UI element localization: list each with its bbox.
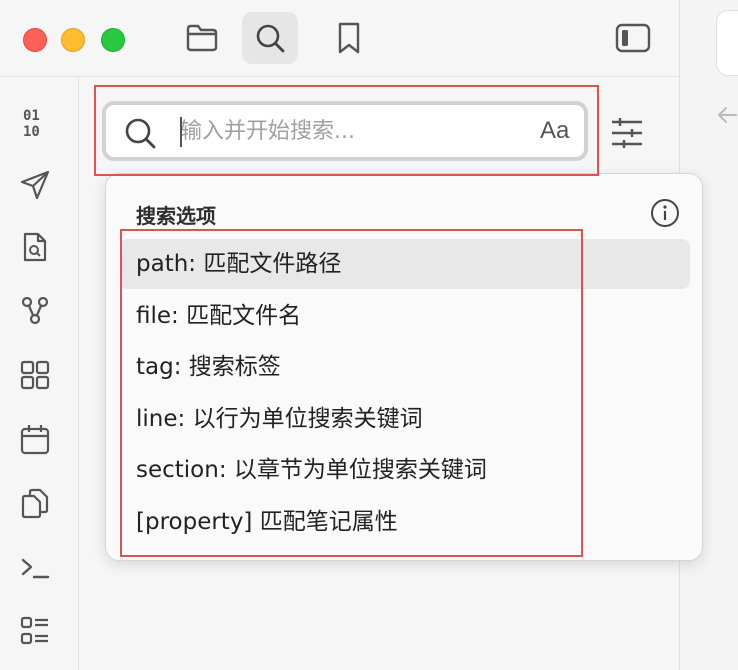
folder-icon[interactable]	[174, 12, 230, 64]
dropdown-title: 搜索选项	[136, 204, 216, 228]
option-tag[interactable]: tag: 搜索标签	[120, 342, 690, 392]
minimize-window-button[interactable]	[61, 28, 85, 52]
option-file[interactable]: file: 匹配文件名	[120, 291, 690, 341]
info-icon[interactable]	[650, 198, 680, 228]
option-line[interactable]: line: 以行为单位搜索关键词	[120, 394, 690, 444]
search-icon	[125, 118, 156, 149]
bookmark-icon[interactable]	[321, 12, 377, 64]
svg-text:10: 10	[23, 124, 40, 140]
list-icon[interactable]	[19, 615, 51, 647]
search-input[interactable]	[180, 115, 510, 147]
text-caret	[180, 117, 182, 147]
option-path[interactable]: path: 匹配文件路径	[120, 239, 690, 289]
option-section[interactable]: section: 以章节为单位搜索关键词	[120, 445, 690, 495]
copy-icon[interactable]	[19, 487, 51, 519]
match-case-toggle[interactable]: Aa	[540, 117, 569, 145]
terminal-icon[interactable]	[19, 552, 51, 584]
zoom-window-button[interactable]	[101, 28, 125, 52]
svg-text:01: 01	[23, 108, 40, 124]
close-window-button[interactable]	[23, 28, 47, 52]
left-ribbon: 01 10	[0, 77, 79, 670]
search-options-dropdown: 搜索选项 path: 匹配文件路径 file: 匹配文件名 tag: 搜索标签 …	[105, 173, 703, 561]
calendar-icon[interactable]	[19, 423, 51, 455]
option-property[interactable]: [property] 匹配笔记属性	[120, 497, 690, 547]
sidebar-toggle-icon[interactable]	[605, 12, 661, 64]
search-icon[interactable]	[242, 12, 298, 64]
grid-icon[interactable]	[19, 359, 51, 391]
back-arrow-icon[interactable]	[716, 104, 738, 126]
right-pane-tab[interactable]	[716, 10, 738, 76]
binary-icon[interactable]: 01 10	[19, 107, 51, 140]
title-bar	[0, 0, 680, 77]
file-search-icon[interactable]	[19, 231, 51, 263]
graph-icon[interactable]	[19, 294, 51, 326]
send-icon[interactable]	[19, 169, 51, 201]
search-box: Aa	[102, 101, 588, 161]
search-settings-icon[interactable]	[610, 116, 644, 150]
